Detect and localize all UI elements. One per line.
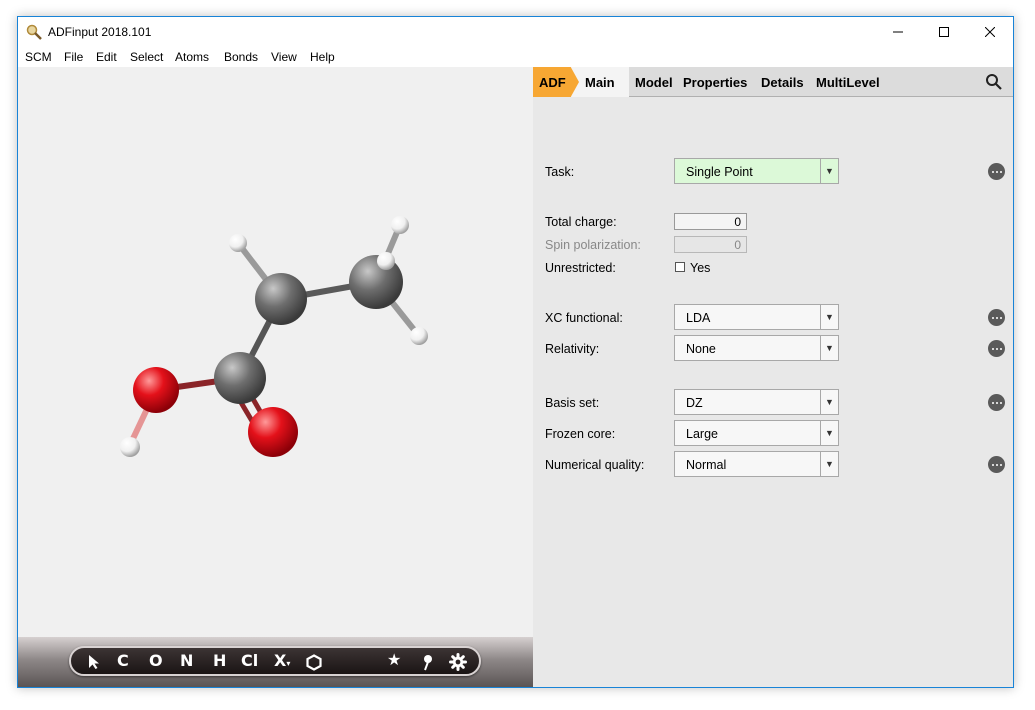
spin-polarization-input: 0 <box>674 236 747 253</box>
window-title: ADFinput 2018.101 <box>48 25 152 39</box>
tab-model[interactable]: Model <box>635 75 673 90</box>
close-icon <box>985 27 995 37</box>
maximize-button[interactable] <box>921 17 967 47</box>
oxygen-tool[interactable]: O <box>149 651 163 670</box>
atoms <box>120 216 428 457</box>
menu-help[interactable]: Help <box>310 50 335 64</box>
tab-multilevel[interactable]: MultiLevel <box>816 75 880 90</box>
menu-view[interactable]: View <box>271 50 297 64</box>
menu-scm[interactable]: SCM <box>25 50 52 64</box>
menu-atoms[interactable]: Atoms <box>175 50 209 64</box>
basis-set-label: Basis set: <box>545 396 600 410</box>
numerical-quality-label: Numerical quality: <box>545 458 645 472</box>
task-select[interactable]: Single Point ▼ <box>674 158 839 184</box>
relativity-value: None <box>686 342 716 356</box>
frozen-core-select[interactable]: Large ▼ <box>674 420 839 446</box>
minimize-button[interactable] <box>875 17 921 47</box>
element-picker-label: X <box>274 651 287 670</box>
basis-set-more-button[interactable] <box>988 394 1005 411</box>
xc-functional-more-button[interactable] <box>988 309 1005 326</box>
tab-bar: Main ADF Model Properties Details MultiL… <box>533 67 1013 97</box>
carbon-atom[interactable] <box>255 273 307 325</box>
relativity-select[interactable]: None ▼ <box>674 335 839 361</box>
hydrogen-atom[interactable] <box>377 252 395 270</box>
molecule-view[interactable] <box>18 67 533 637</box>
menu-bonds[interactable]: Bonds <box>224 50 258 64</box>
hydrogen-atom[interactable] <box>229 234 247 252</box>
menu-edit[interactable]: Edit <box>96 50 117 64</box>
dropdown-triangle-icon: ▾ <box>286 659 291 668</box>
xc-functional-label: XC functional: <box>545 311 623 325</box>
xc-functional-value: LDA <box>686 311 711 325</box>
tab-details[interactable]: Details <box>761 75 804 90</box>
menu-file[interactable]: File <box>64 50 83 64</box>
chevron-down-icon: ▼ <box>820 305 838 329</box>
unrestricted-label: Unrestricted: <box>545 261 616 275</box>
basis-set-select[interactable]: DZ ▼ <box>674 389 839 415</box>
menu-select[interactable]: Select <box>130 50 163 64</box>
magnifier-app-icon <box>26 24 42 40</box>
carbon-atom[interactable] <box>349 255 403 309</box>
numerical-quality-more-button[interactable] <box>988 456 1005 473</box>
relativity-more-button[interactable] <box>988 340 1005 357</box>
app-window: ADFinput 2018.101 SCM File Edit Select A… <box>17 16 1014 688</box>
oxygen-atom[interactable] <box>133 367 179 413</box>
carbon-atom[interactable] <box>214 352 266 404</box>
select-arrow-icon[interactable] <box>88 654 102 670</box>
hydrogen-atom[interactable] <box>391 216 409 234</box>
relativity-label: Relativity: <box>545 342 600 356</box>
chevron-down-icon: ▼ <box>820 390 838 414</box>
pin-icon[interactable] <box>421 654 435 671</box>
maximize-icon <box>939 27 949 37</box>
frozen-core-label: Frozen core: <box>545 427 616 441</box>
minimize-icon <box>893 31 903 33</box>
unrestricted-checkbox[interactable] <box>675 262 685 272</box>
chevron-down-icon: ▼ <box>820 336 838 360</box>
hydrogen-atom[interactable] <box>120 437 140 457</box>
chlorine-tool[interactable]: Cl <box>241 651 258 670</box>
star-icon[interactable]: ★ <box>387 650 401 669</box>
chevron-down-icon: ▼ <box>820 421 838 445</box>
ring-icon[interactable] <box>306 654 322 671</box>
numerical-quality-value: Normal <box>686 458 727 472</box>
task-label: Task: <box>545 165 575 179</box>
hydrogen-atom[interactable] <box>410 327 428 345</box>
tab-properties[interactable]: Properties <box>683 75 747 90</box>
oxygen-atom[interactable] <box>248 407 298 457</box>
task-more-button[interactable] <box>988 163 1005 180</box>
basis-set-value: DZ <box>686 396 703 410</box>
task-value: Single Point <box>686 165 753 179</box>
search-icon[interactable] <box>985 73 1003 91</box>
tab-main[interactable]: Main <box>571 67 629 97</box>
atom-toolbar-bar: C O N H Cl X▾ ★ <box>18 637 533 687</box>
frozen-core-value: Large <box>686 427 718 441</box>
close-button[interactable] <box>967 17 1013 47</box>
numerical-quality-select[interactable]: Normal ▼ <box>674 451 839 477</box>
atom-toolbar: C O N H Cl X▾ ★ <box>69 646 481 676</box>
spin-polarization-label: Spin polarization: <box>545 238 641 252</box>
settings-panel: Main ADF Model Properties Details MultiL… <box>533 67 1013 687</box>
total-charge-label: Total charge: <box>545 215 617 229</box>
title-bar[interactable]: ADFinput 2018.101 <box>18 17 1013 47</box>
total-charge-input[interactable]: 0 <box>674 213 747 230</box>
carbon-tool[interactable]: C <box>117 651 129 670</box>
element-picker-tool[interactable]: X▾ <box>274 651 290 670</box>
chevron-down-icon: ▼ <box>820 452 838 476</box>
molecule-viewport[interactable]: C O N H Cl X▾ ★ <box>18 67 533 687</box>
chevron-down-icon: ▼ <box>820 159 838 183</box>
gear-icon[interactable] <box>449 653 467 671</box>
menu-bar: SCM File Edit Select Atoms Bonds View He… <box>18 47 1013 67</box>
nitrogen-tool[interactable]: N <box>180 651 193 670</box>
adf-tab[interactable]: ADF <box>533 67 579 97</box>
xc-functional-select[interactable]: LDA ▼ <box>674 304 839 330</box>
unrestricted-yes-label[interactable]: Yes <box>690 261 710 275</box>
hydrogen-tool[interactable]: H <box>213 651 226 670</box>
